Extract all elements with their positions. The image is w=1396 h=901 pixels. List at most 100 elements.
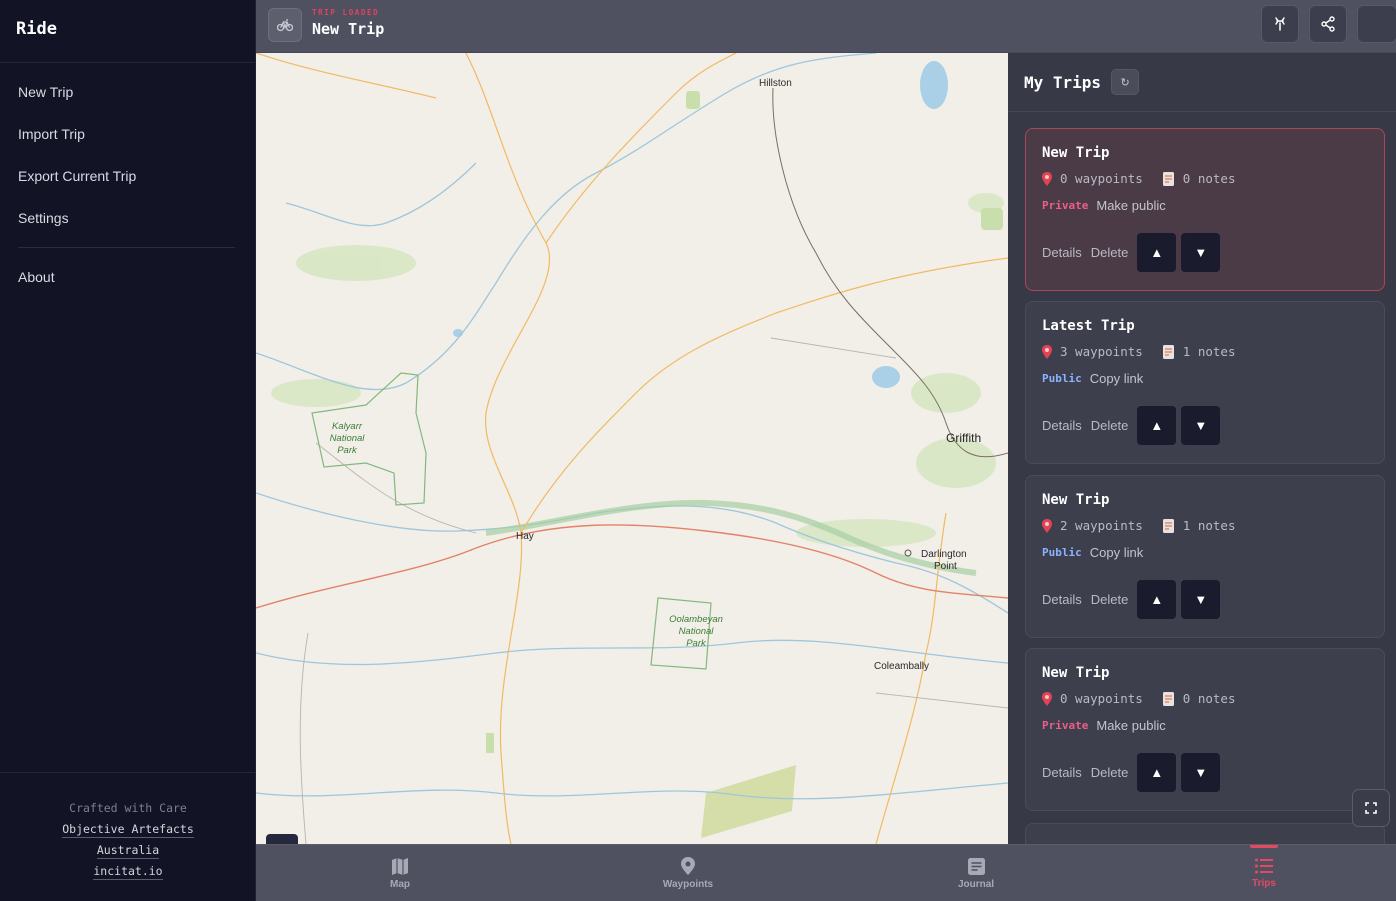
map-label-griffith: Griffith [946, 431, 982, 445]
nav-map[interactable]: Map [355, 845, 445, 901]
delete-link[interactable]: Delete [1091, 418, 1129, 433]
route-button[interactable] [1261, 5, 1299, 43]
move-up-button[interactable]: ▲ [1137, 580, 1177, 619]
current-trip-title: New Trip [312, 20, 385, 38]
trip-card[interactable]: New Trip 0 waypoints 0 notes Private Mak… [1025, 648, 1385, 811]
arrow-up-icon: ▲ [1150, 418, 1164, 433]
details-link[interactable]: Details [1042, 245, 1082, 260]
visibility-badge: Private [1042, 199, 1089, 212]
move-down-button[interactable]: ▼ [1181, 233, 1221, 272]
map-label-hay: Hay [516, 531, 534, 542]
trip-actions: Details Delete ▲ ▼ [1042, 753, 1368, 792]
trip-card[interactable]: New Trip 2 waypoints 1 notes Public Copy… [1025, 475, 1385, 638]
arrow-up-icon: ▲ [1150, 245, 1164, 260]
visibility-badge: Public [1042, 546, 1082, 559]
footer-link-incitat[interactable]: incitat.io [93, 863, 163, 880]
details-link[interactable]: Details [1042, 592, 1082, 607]
refresh-trips-button[interactable]: ↻ [1111, 69, 1140, 95]
delete-link[interactable]: Delete [1091, 245, 1129, 260]
menu-item-settings[interactable]: Settings [0, 197, 255, 239]
share-icon [1321, 16, 1335, 32]
note-icon [1162, 518, 1174, 533]
visibility-row: Public Copy link [1042, 545, 1368, 560]
trips-list-icon [1255, 858, 1273, 874]
nav-trips[interactable]: Trips [1219, 845, 1309, 901]
details-link[interactable]: Details [1042, 765, 1082, 780]
arrow-up-icon: ▲ [1150, 765, 1164, 780]
nav-journal[interactable]: Journal [931, 845, 1021, 901]
map-label-point: Point [934, 561, 957, 572]
make-public-link[interactable]: Make public [1096, 718, 1165, 733]
trip-name: New Trip [1042, 492, 1110, 508]
nav-trips-label: Trips [1252, 878, 1276, 889]
arrow-down-icon: ▼ [1194, 592, 1208, 607]
top-bar: TRIP LOADED New Trip [256, 0, 1396, 53]
move-up-button[interactable]: ▲ [1137, 406, 1177, 445]
pin-icon [1042, 171, 1052, 186]
trip-actions: Details Delete ▲ ▼ [1042, 406, 1368, 445]
trips-header: My Trips ↻ [1008, 53, 1396, 112]
copy-link-link[interactable]: Copy link [1090, 545, 1143, 560]
footer-link-objective-artefacts[interactable]: Objective Artefacts [62, 821, 194, 838]
trip-actions: Details Delete ▲ ▼ [1042, 233, 1368, 272]
pin-icon [1042, 518, 1052, 533]
pin-icon [1042, 691, 1052, 706]
trip-card[interactable]: Latest Trip 3 waypoints 1 notes Public C… [1025, 301, 1385, 464]
note-icon [1162, 691, 1174, 706]
menu-item-export-trip[interactable]: Export Current Trip [0, 155, 255, 197]
visibility-row: Private Make public [1042, 718, 1368, 733]
map-label-kalyarr-park: Kalyarr National Park [324, 421, 370, 457]
menu-item-import-trip[interactable]: Import Trip [0, 113, 255, 155]
menu-item-about[interactable]: About [0, 256, 255, 298]
nav-journal-label: Journal [957, 878, 995, 890]
sidebar-footer: Crafted with Care Objective Artefacts Au… [0, 772, 256, 901]
note-count: 1 notes [1182, 518, 1236, 533]
move-down-button[interactable]: ▼ [1181, 753, 1221, 792]
map-view[interactable]: Griffith Hillston Hay Darlington Point C… [256, 53, 1008, 844]
note-count: 0 notes [1182, 691, 1236, 706]
trip-stats: 0 waypoints 0 notes [1042, 171, 1368, 186]
waypoint-count: 0 waypoints [1060, 171, 1143, 186]
move-down-button[interactable]: ▼ [1181, 580, 1221, 619]
move-down-button[interactable]: ▼ [1181, 406, 1221, 445]
park-label-line: Park [337, 445, 357, 456]
map-control-button[interactable] [266, 834, 298, 844]
bottom-nav: Map Waypoints Journal Trips [256, 844, 1396, 901]
waypoint-count: 3 waypoints [1060, 344, 1143, 359]
trip-name: Latest Trip [1042, 318, 1135, 334]
share-button[interactable] [1309, 5, 1347, 43]
trip-card-partial[interactable] [1025, 823, 1385, 844]
map-label-darlington: Darlington [921, 549, 967, 560]
fullscreen-button[interactable] [1352, 789, 1390, 827]
map-label-coleambally: Coleambally [874, 661, 930, 672]
trip-card-active[interactable]: New Trip 0 waypoints 0 notes Private Mak… [1025, 128, 1385, 291]
nav-waypoints[interactable]: Waypoints [643, 845, 733, 901]
copy-link-link[interactable]: Copy link [1090, 371, 1143, 386]
menu-item-new-trip[interactable]: New Trip [0, 71, 255, 113]
trip-name: New Trip [1042, 665, 1110, 681]
park-label-line: National [329, 433, 365, 444]
refresh-icon: ↻ [1120, 76, 1130, 89]
nav-waypoints-label: Waypoints [662, 879, 714, 890]
note-icon [1162, 344, 1174, 359]
footer-link-australia[interactable]: Australia [96, 842, 160, 859]
arrow-up-icon: ▲ [1150, 592, 1164, 607]
visibility-badge: Public [1042, 372, 1082, 385]
details-link[interactable]: Details [1042, 418, 1082, 433]
menu-divider [18, 247, 235, 248]
waypoint-pin-icon [681, 857, 695, 875]
delete-link[interactable]: Delete [1091, 765, 1129, 780]
map-label-oolambeyan-park: Oolambeyan National Park [664, 614, 728, 650]
trip-type-button[interactable] [268, 8, 302, 42]
sidebar-menu: New Trip Import Trip Export Current Trip… [0, 63, 255, 298]
arrow-down-icon: ▼ [1194, 418, 1208, 433]
move-up-button[interactable]: ▲ [1137, 753, 1177, 792]
make-public-link[interactable]: Make public [1096, 198, 1165, 213]
trip-actions: Details Delete ▲ ▼ [1042, 580, 1368, 619]
trip-stats: 0 waypoints 0 notes [1042, 691, 1368, 706]
trips-panel: My Trips ↻ New Trip 0 waypoints 0 notes … [1008, 53, 1396, 844]
delete-link[interactable]: Delete [1091, 592, 1129, 607]
account-button[interactable] [1357, 5, 1396, 43]
waypoint-count: 2 waypoints [1060, 518, 1143, 533]
move-up-button[interactable]: ▲ [1137, 233, 1177, 272]
